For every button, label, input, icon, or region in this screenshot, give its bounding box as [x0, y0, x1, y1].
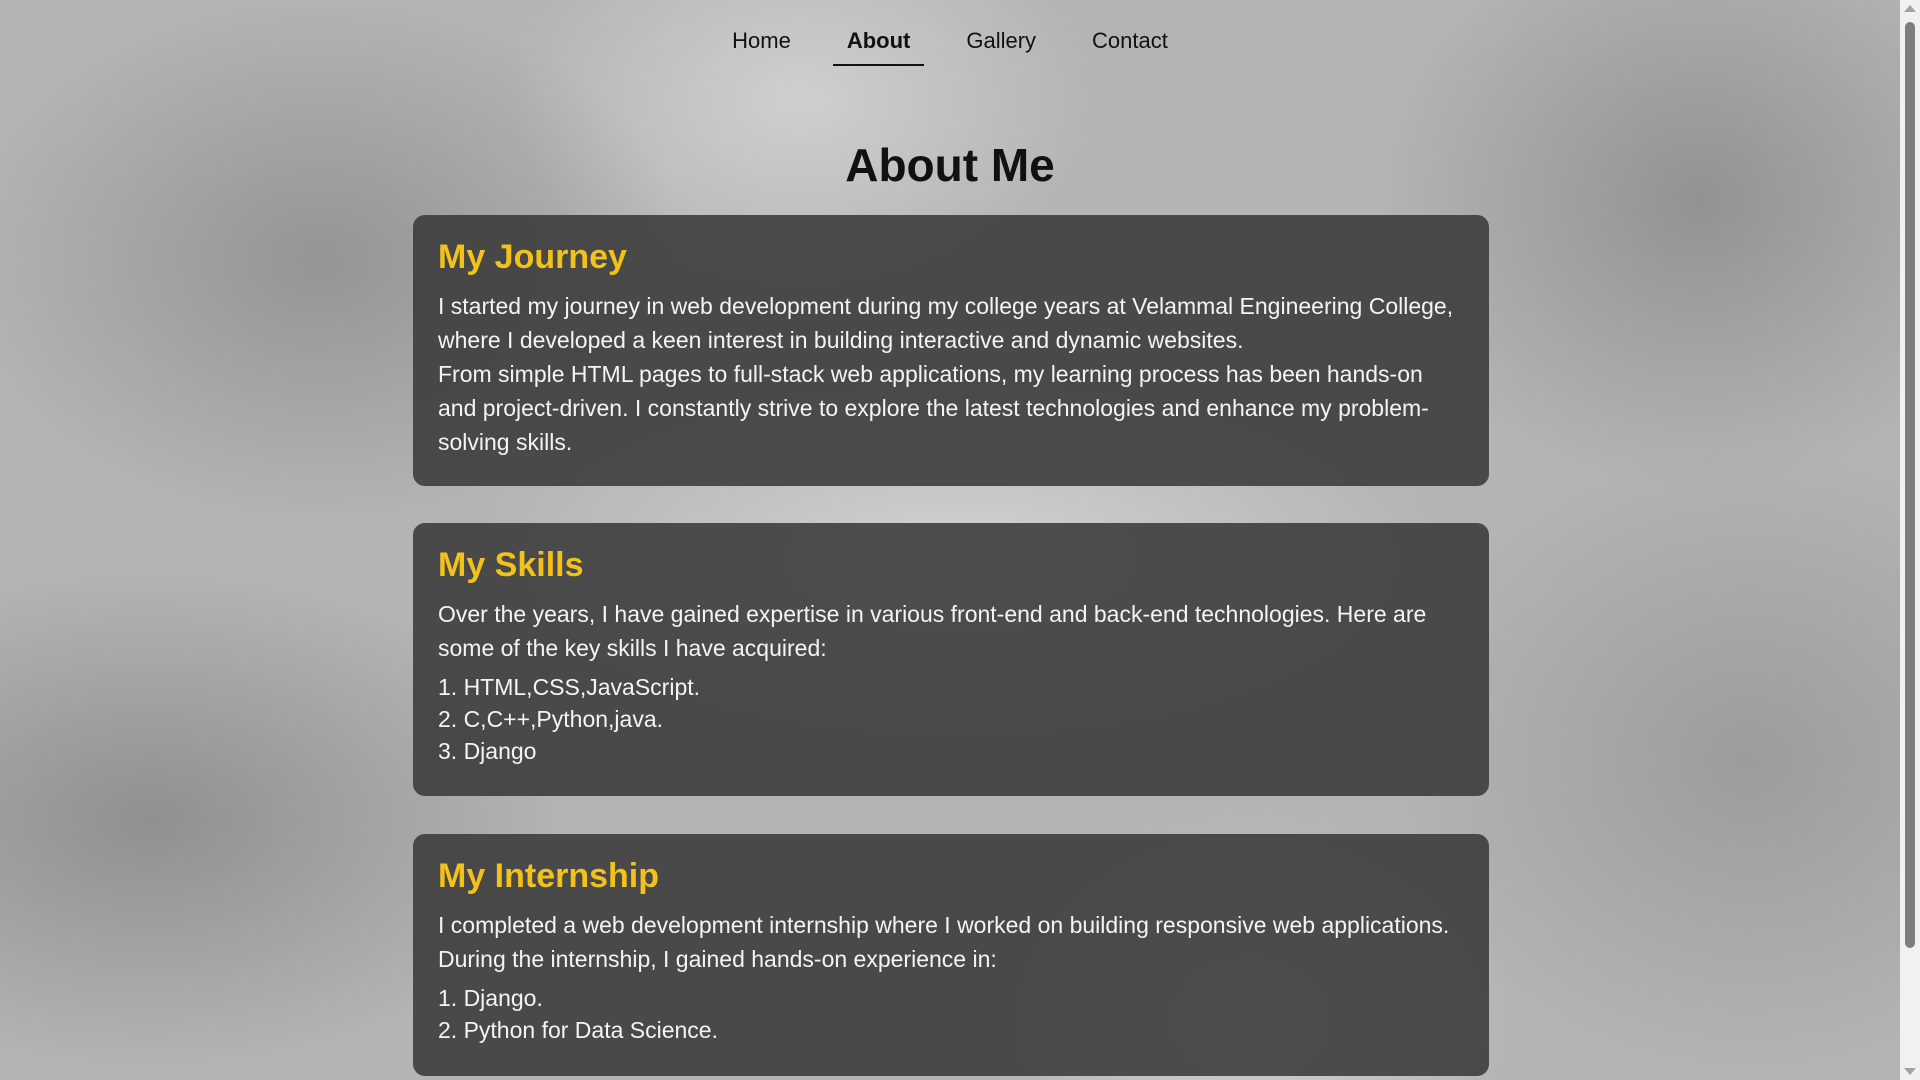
skills-heading: My Skills [438, 546, 584, 584]
skills-intro: Over the years, I have gained expertise … [438, 601, 1427, 661]
top-nav: Home About Gallery Contact [0, 22, 1900, 66]
list-item: 1. Django. [438, 985, 543, 1011]
scroll-down-arrow-icon[interactable] [1904, 1068, 1916, 1075]
internship-list: 1. Django. 2. Python for Data Science. [438, 982, 1464, 1046]
list-item: 2. Python for Data Science. [438, 1017, 718, 1043]
internship-card: My Internship I completed a web developm… [413, 834, 1489, 1076]
journey-paragraph-1: I started my journey in web development … [438, 293, 1454, 353]
nav-contact-link[interactable]: Contact [1078, 22, 1182, 64]
vertical-scrollbar[interactable] [1900, 0, 1920, 1080]
list-item: 3. Django [438, 738, 537, 764]
journey-paragraph-2: From simple HTML pages to full-stack web… [438, 361, 1429, 455]
nav-home-link[interactable]: Home [718, 22, 805, 64]
skills-card: My Skills Over the years, I have gained … [413, 523, 1489, 796]
list-item: 2. C,C++,Python,java. [438, 706, 664, 732]
list-item: 1. HTML,CSS,JavaScript. [438, 674, 701, 700]
journey-card: My Journey I started my journey in web d… [413, 215, 1489, 486]
nav-about-link[interactable]: About [832, 22, 925, 66]
skills-list: 1. HTML,CSS,JavaScript. 2. C,C++,Python,… [438, 671, 1464, 767]
scroll-up-arrow-icon[interactable] [1904, 5, 1916, 12]
internship-heading: My Internship [438, 857, 660, 895]
journey-heading: My Journey [438, 238, 627, 276]
nav-gallery-link[interactable]: Gallery [952, 22, 1050, 64]
page: Home About Gallery Contact About Me My J… [0, 0, 1900, 1080]
internship-intro: I completed a web development internship… [438, 912, 1450, 972]
scrollbar-thumb[interactable] [1905, 22, 1915, 948]
page-title: About Me [845, 139, 1055, 191]
